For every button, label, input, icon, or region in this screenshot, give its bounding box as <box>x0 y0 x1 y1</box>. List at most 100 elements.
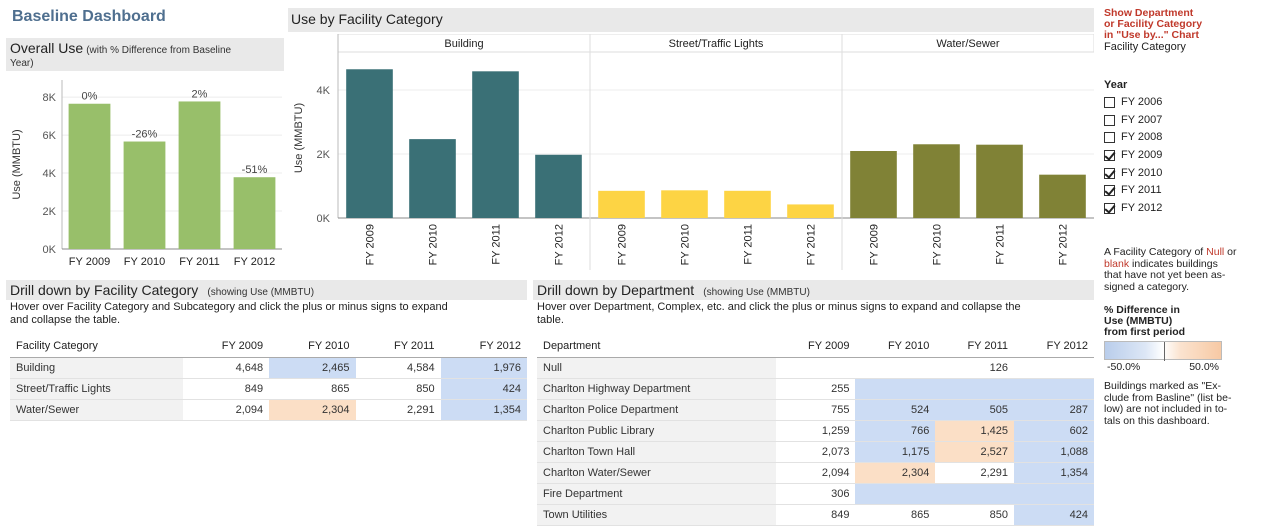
cell-value[interactable] <box>775 357 856 379</box>
cell-value[interactable]: 126 <box>935 357 1015 379</box>
cell-value[interactable]: 424 <box>440 378 527 400</box>
checkbox[interactable] <box>1104 185 1115 197</box>
x-tick-label: FY 2010 <box>428 224 440 265</box>
column-header[interactable]: FY 2010 <box>269 336 356 358</box>
year-option[interactable]: FY 2007 <box>1104 112 1262 130</box>
table-row[interactable]: Charlton Public Library 1,259 766 1,425 602 <box>537 420 1094 442</box>
row-label[interactable]: Charlton Highway Department <box>537 378 776 400</box>
cell-value[interactable]: 1,175 <box>855 441 936 463</box>
cell-value[interactable] <box>1014 483 1094 505</box>
cell-value[interactable]: 2,304 <box>269 399 356 421</box>
column-header[interactable]: FY 2012 <box>1014 336 1094 358</box>
year-option[interactable]: FY 2009 <box>1104 147 1262 165</box>
overall-use-chart[interactable]: 8K 6K 4K 2K 0K Use (MMBTU) 0% FY 2009 -26% FY 201… <box>0 72 290 272</box>
column-header[interactable]: Department <box>537 336 776 358</box>
department-table[interactable]: Department FY 2009 FY 2010 FY 2011 FY 2012 Nu… <box>537 336 1094 526</box>
cell-value[interactable]: 2,073 <box>775 441 856 463</box>
checkbox[interactable] <box>1104 114 1115 126</box>
table-row[interactable]: Water/Sewer 2,094 2,304 2,291 1,354 <box>10 399 527 421</box>
cell-value[interactable] <box>1014 378 1094 400</box>
row-label[interactable]: Town Utilities <box>537 504 776 526</box>
cell-value[interactable]: 1,976 <box>440 357 527 379</box>
cell-value[interactable] <box>855 483 936 505</box>
cell-value[interactable]: 849 <box>775 504 856 526</box>
checkbox[interactable] <box>1104 202 1115 214</box>
table-row[interactable]: Null 126 <box>537 357 1094 379</box>
cell-value[interactable]: 524 <box>855 399 936 421</box>
column-header[interactable]: FY 2012 <box>440 336 527 358</box>
table-row[interactable]: Charlton Town Hall 2,073 1,175 2,527 1,088 <box>537 441 1094 463</box>
cell-value[interactable]: 755 <box>775 399 856 421</box>
checkbox[interactable] <box>1104 150 1115 162</box>
cell-value[interactable]: 865 <box>269 378 356 400</box>
cell-value[interactable] <box>1014 357 1094 379</box>
column-header[interactable]: FY 2009 <box>775 336 856 358</box>
row-label[interactable]: Charlton Public Library <box>537 420 776 442</box>
row-label[interactable]: Null <box>537 357 776 379</box>
year-filter[interactable]: FY 2006 FY 2007 FY 2008 FY 2009 FY 2010 FY 20… <box>1104 94 1262 217</box>
row-label[interactable]: Charlton Police Department <box>537 399 776 421</box>
cell-value[interactable]: 1,259 <box>775 420 856 442</box>
year-option-label: FY 2010 <box>1121 166 1163 179</box>
column-header[interactable]: FY 2010 <box>855 336 936 358</box>
cell-value[interactable]: 2,465 <box>269 357 356 379</box>
cell-value[interactable]: 287 <box>1014 399 1094 421</box>
column-header[interactable]: FY 2011 <box>935 336 1015 358</box>
table-row[interactable]: Fire Department 306 <box>537 483 1094 505</box>
cell-value[interactable]: 849 <box>182 378 270 400</box>
table-row[interactable]: Building 4,648 2,465 4,584 1,976 <box>10 357 527 379</box>
bar-1-0 <box>598 190 645 218</box>
cell-value[interactable]: 2,094 <box>775 462 856 484</box>
cell-value[interactable]: 255 <box>775 378 856 400</box>
cell-value[interactable]: 4,648 <box>182 357 270 379</box>
checkbox[interactable] <box>1104 132 1115 144</box>
cell-value[interactable]: 424 <box>1014 504 1094 526</box>
row-label[interactable]: Charlton Water/Sewer <box>537 462 776 484</box>
cell-value[interactable]: 505 <box>935 399 1015 421</box>
table-row[interactable]: Street/Traffic Lights 849 865 850 424 <box>10 378 527 400</box>
cell-value[interactable]: 602 <box>1014 420 1094 442</box>
cell-value[interactable]: 1,354 <box>1014 462 1094 484</box>
show-param-value[interactable]: Facility Category <box>1104 42 1262 53</box>
year-option[interactable]: FY 2006 <box>1104 94 1262 112</box>
use-by-facility-chart[interactable]: 4K 2K 0K Use (MMBTU) Building FY 2009 FY 2010 F… <box>288 34 1094 272</box>
table-row[interactable]: Charlton Highway Department 255 <box>537 378 1094 400</box>
cell-value[interactable] <box>855 378 936 400</box>
cell-value[interactable] <box>935 378 1015 400</box>
cell-value[interactable]: 1,088 <box>1014 441 1094 463</box>
cell-value[interactable]: 2,291 <box>355 399 441 421</box>
cell-value[interactable]: 766 <box>855 420 936 442</box>
column-header[interactable]: Facility Category <box>10 336 183 358</box>
cell-value[interactable]: 1,354 <box>440 399 527 421</box>
cell-value[interactable]: 2,527 <box>935 441 1015 463</box>
cell-value[interactable] <box>855 357 936 379</box>
year-option[interactable]: FY 2012 <box>1104 200 1262 218</box>
cell-value[interactable] <box>935 483 1015 505</box>
column-header[interactable]: FY 2009 <box>182 336 270 358</box>
column-header[interactable]: FY 2011 <box>355 336 441 358</box>
cell-value[interactable]: 2,094 <box>182 399 270 421</box>
table-row[interactable]: Charlton Water/Sewer 2,094 2,304 2,291 1,354 <box>537 462 1094 484</box>
cell-value[interactable]: 2,291 <box>935 462 1015 484</box>
row-label[interactable]: Street/Traffic Lights <box>10 378 183 400</box>
year-option[interactable]: FY 2008 <box>1104 129 1262 147</box>
y-axis-title: Use (MMBTU) <box>11 129 23 199</box>
row-label[interactable]: Water/Sewer <box>10 399 183 421</box>
row-label[interactable]: Fire Department <box>537 483 776 505</box>
checkbox[interactable] <box>1104 97 1115 109</box>
year-option[interactable]: FY 2011 <box>1104 182 1262 200</box>
row-label[interactable]: Charlton Town Hall <box>537 441 776 463</box>
year-option[interactable]: FY 2010 <box>1104 164 1262 182</box>
row-label[interactable]: Building <box>10 357 183 379</box>
cell-value[interactable]: 1,425 <box>935 420 1015 442</box>
table-row[interactable]: Charlton Police Department 755 524 505 287 <box>537 399 1094 421</box>
cell-value[interactable]: 306 <box>775 483 856 505</box>
facility-table[interactable]: Facility Category FY 2009 FY 2010 FY 2011 FY… <box>10 336 527 421</box>
checkbox[interactable] <box>1104 167 1115 179</box>
cell-value[interactable]: 850 <box>935 504 1015 526</box>
cell-value[interactable]: 850 <box>355 378 441 400</box>
cell-value[interactable]: 4,584 <box>355 357 441 379</box>
cell-value[interactable]: 865 <box>855 504 936 526</box>
cell-value[interactable]: 2,304 <box>855 462 936 484</box>
table-row[interactable]: Town Utilities 849 865 850 424 <box>537 504 1094 526</box>
